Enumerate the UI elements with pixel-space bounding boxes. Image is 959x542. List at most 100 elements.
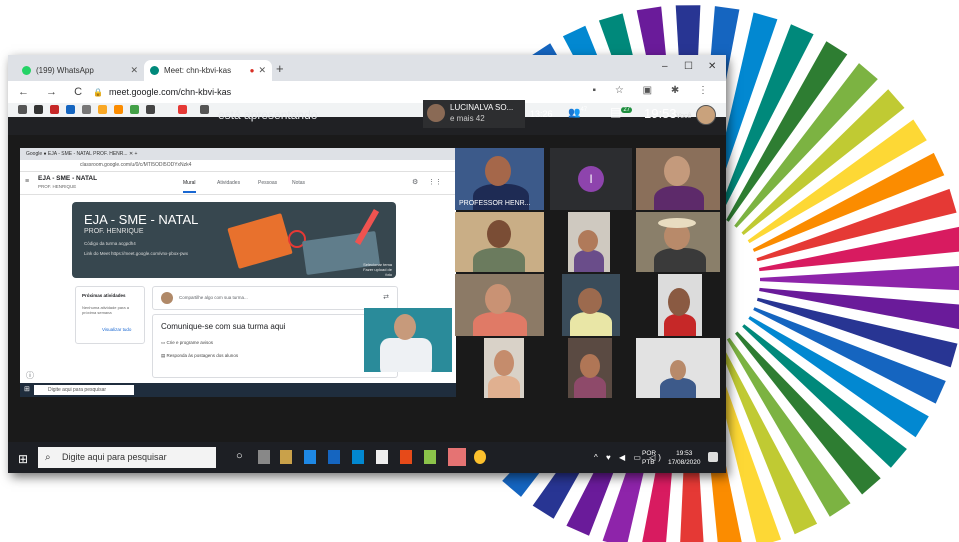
repost-icon[interactable]: ⇄: [383, 293, 389, 301]
help-icon[interactable]: ⓘ: [26, 370, 34, 381]
lock-icon: 🔒: [93, 87, 104, 97]
participant-tile[interactable]: [562, 274, 620, 336]
bookmark-icon[interactable]: [66, 105, 75, 114]
bookmark-icon[interactable]: [18, 105, 27, 114]
self-avatar[interactable]: [696, 105, 716, 125]
participant-tile[interactable]: [568, 212, 610, 272]
taskbar-search[interactable]: ⌕ Digite aqui para pesquisar: [38, 447, 216, 468]
chrome-icon[interactable]: [474, 450, 486, 464]
bookmark-icon[interactable]: [178, 105, 187, 114]
bookmark-icon[interactable]: [114, 105, 123, 114]
burst-ray: [760, 266, 959, 291]
shared-address-bar: classroom.google.com/u/0/c/MTI5ODI5ODYxN…: [20, 160, 456, 172]
view-all-link[interactable]: Visualizar tudo: [102, 327, 131, 332]
task-view-icon[interactable]: ○: [236, 450, 243, 462]
windows-start-icon[interactable]: ⊞: [18, 452, 28, 466]
participant-tile[interactable]: [568, 338, 612, 398]
minimize-button[interactable]: –: [662, 61, 668, 72]
participant-tile[interactable]: [455, 212, 544, 272]
participant-tile-presenter[interactable]: PROFESSOR HENR...: [455, 148, 544, 210]
announce-box[interactable]: Compartilhe algo com sua turma... ⇄: [152, 286, 398, 310]
participant-face: [578, 288, 602, 314]
taskbar-clock[interactable]: 19:53 17/08/2020: [668, 449, 701, 467]
menu-icon[interactable]: ≡: [25, 178, 29, 185]
bookmark-icon[interactable]: [130, 105, 139, 114]
chat-icon: ▤: [610, 105, 622, 119]
tab-label: (199) WhatsApp: [36, 66, 94, 75]
class-subtitle: PROF. HENRIQUE: [38, 184, 77, 189]
notification-icon[interactable]: [708, 452, 718, 462]
participant-tile[interactable]: [636, 212, 720, 272]
close-tab-icon[interactable]: ✕: [258, 65, 266, 76]
meeting-time: 13:26: [530, 109, 553, 119]
nav-buttons[interactable]: ← → C: [18, 86, 89, 98]
avatar: [161, 292, 173, 304]
tab-atividades[interactable]: Atividades: [217, 180, 240, 186]
bookmark-icon[interactable]: [50, 105, 59, 114]
screen-capture: (199) WhatsApp ✕ Meet: chn-kbvi-kas ● ✕ …: [8, 55, 726, 473]
tab-meet[interactable]: Meet: chn-kbvi-kas ● ✕: [144, 60, 272, 81]
search-icon: ⌕: [45, 452, 51, 463]
url-field[interactable]: meet.google.com/chn-kbvi-kas: [109, 87, 231, 97]
browser-action-icons[interactable]: ▪ ☆ ▣ ✱ ⋮: [593, 85, 716, 96]
settings-icon[interactable]: ⚙: [412, 178, 418, 186]
lang-bottom: PTB: [642, 459, 655, 466]
bookmark-icon[interactable]: [82, 105, 91, 114]
edge-icon[interactable]: [328, 450, 340, 464]
people-button[interactable]: 👥47: [568, 107, 587, 118]
bookmark-icon[interactable]: [98, 105, 107, 114]
tab-whatsapp[interactable]: (199) WhatsApp ✕: [16, 60, 144, 81]
participant-face: [485, 156, 511, 186]
class-banner: EJA - SME - NATAL PROF. HENRIQUE Código …: [72, 202, 396, 278]
banner-title: EJA - SME - NATAL: [84, 212, 199, 227]
tab-pessoas[interactable]: Pessoas: [258, 180, 277, 186]
people-icon: 👥: [568, 107, 581, 119]
app-taskbar-icon[interactable]: [400, 450, 412, 464]
new-tab-button[interactable]: +: [276, 61, 284, 76]
participant-tile[interactable]: [636, 148, 720, 210]
chat-button[interactable]: ▤ 27: [610, 105, 633, 119]
mail-icon[interactable]: [352, 450, 364, 464]
document-icon[interactable]: [304, 450, 316, 464]
tab-notas[interactable]: Notas: [292, 180, 305, 186]
maximize-button[interactable]: ☐: [684, 61, 693, 72]
apps-icon[interactable]: ⋮⋮: [428, 178, 442, 186]
participant-tile[interactable]: [484, 338, 524, 398]
participant-body: [664, 314, 696, 336]
shared-tab-bar: Google ● EJA - SME - NATAL PROF. HENR...…: [20, 148, 456, 160]
active-app-icon[interactable]: [448, 448, 466, 466]
bookmark-icon[interactable]: [200, 105, 209, 114]
participant-tile[interactable]: I: [550, 148, 632, 210]
communicate-line-text: Responda às postagens dos alunos: [166, 353, 239, 358]
bookmark-icon[interactable]: [34, 105, 43, 114]
avatar: [427, 104, 445, 122]
store-icon[interactable]: [280, 450, 292, 464]
select-theme-link[interactable]: Selecionar tema Fazer upload de foto: [356, 262, 392, 277]
book-illustration: [227, 213, 293, 269]
tab-mural[interactable]: Mural: [183, 180, 196, 193]
participant-tile[interactable]: [636, 338, 720, 398]
participant-face: [487, 220, 511, 248]
language-indicator[interactable]: POR PTB: [642, 449, 656, 467]
clock: 19:53: [644, 106, 677, 121]
close-tab-icon[interactable]: ✕: [130, 65, 138, 76]
app-taskbar-icon[interactable]: [376, 450, 388, 464]
communicate-title: Comunique-se com sua turma aqui: [161, 322, 286, 331]
bookmark-icon[interactable]: [146, 105, 155, 114]
participant-tile[interactable]: [455, 274, 544, 336]
communicate-card: Comunique-se com sua turma aqui ▭ Crie e…: [152, 314, 398, 378]
whatsapp-icon: [22, 66, 31, 75]
participant-body: [570, 312, 612, 336]
participant-tile[interactable]: [658, 274, 702, 336]
app-taskbar-icon[interactable]: [258, 450, 270, 464]
active-speaker-chip[interactable]: LUCINALVA SO... e mais 42: [423, 100, 525, 128]
banner-subtitle: PROF. HENRIQUE: [84, 228, 144, 235]
meet-link[interactable]: Link do Meet https://meet.google.com/vnx…: [84, 251, 188, 256]
presenter-head: [394, 314, 416, 340]
participant-face: [578, 230, 598, 252]
shared-tabs-text: Google ● EJA - SME - NATAL PROF. HENR...…: [26, 151, 138, 157]
close-window-button[interactable]: ✕: [708, 61, 716, 72]
meet-top-bar: [8, 117, 726, 135]
app-taskbar-icon[interactable]: [424, 450, 436, 464]
taskbar-date: 17/08/2020: [668, 459, 701, 466]
